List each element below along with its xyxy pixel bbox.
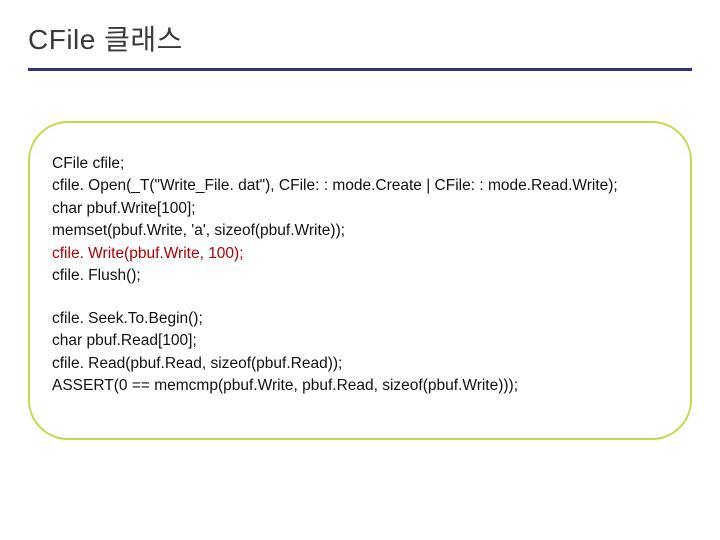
- code-line: CFile cfile;: [52, 153, 668, 175]
- code-line: cfile. Flush();: [52, 265, 668, 287]
- code-block-1: CFile cfile;cfile. Open(_T("Write_File. …: [52, 153, 668, 288]
- code-line: memset(pbuf.Write, 'a', sizeof(pbuf.Writ…: [52, 220, 668, 242]
- code-line: cfile. Open(_T("Write_File. dat"), CFile…: [52, 175, 668, 197]
- blank-line: [52, 288, 668, 308]
- code-line: cfile. Write(pbuf.Write, 100);: [52, 243, 668, 265]
- slide: CFile 클래스 CFile cfile;cfile. Open(_T("Wr…: [0, 0, 720, 540]
- code-line: ASSERT(0 == memcmp(pbuf.Write, pbuf.Read…: [52, 375, 668, 397]
- code-line: char pbuf.Read[100];: [52, 330, 668, 352]
- code-line: cfile. Read(pbuf.Read, sizeof(pbuf.Read)…: [52, 353, 668, 375]
- code-block-2: cfile. Seek.To.Begin();char pbuf.Read[10…: [52, 308, 668, 398]
- code-line: cfile. Seek.To.Begin();: [52, 308, 668, 330]
- page-title: CFile 클래스: [28, 18, 692, 64]
- title-underline: [28, 68, 692, 71]
- code-panel: CFile cfile;cfile. Open(_T("Write_File. …: [28, 121, 692, 440]
- code-line: char pbuf.Write[100];: [52, 198, 668, 220]
